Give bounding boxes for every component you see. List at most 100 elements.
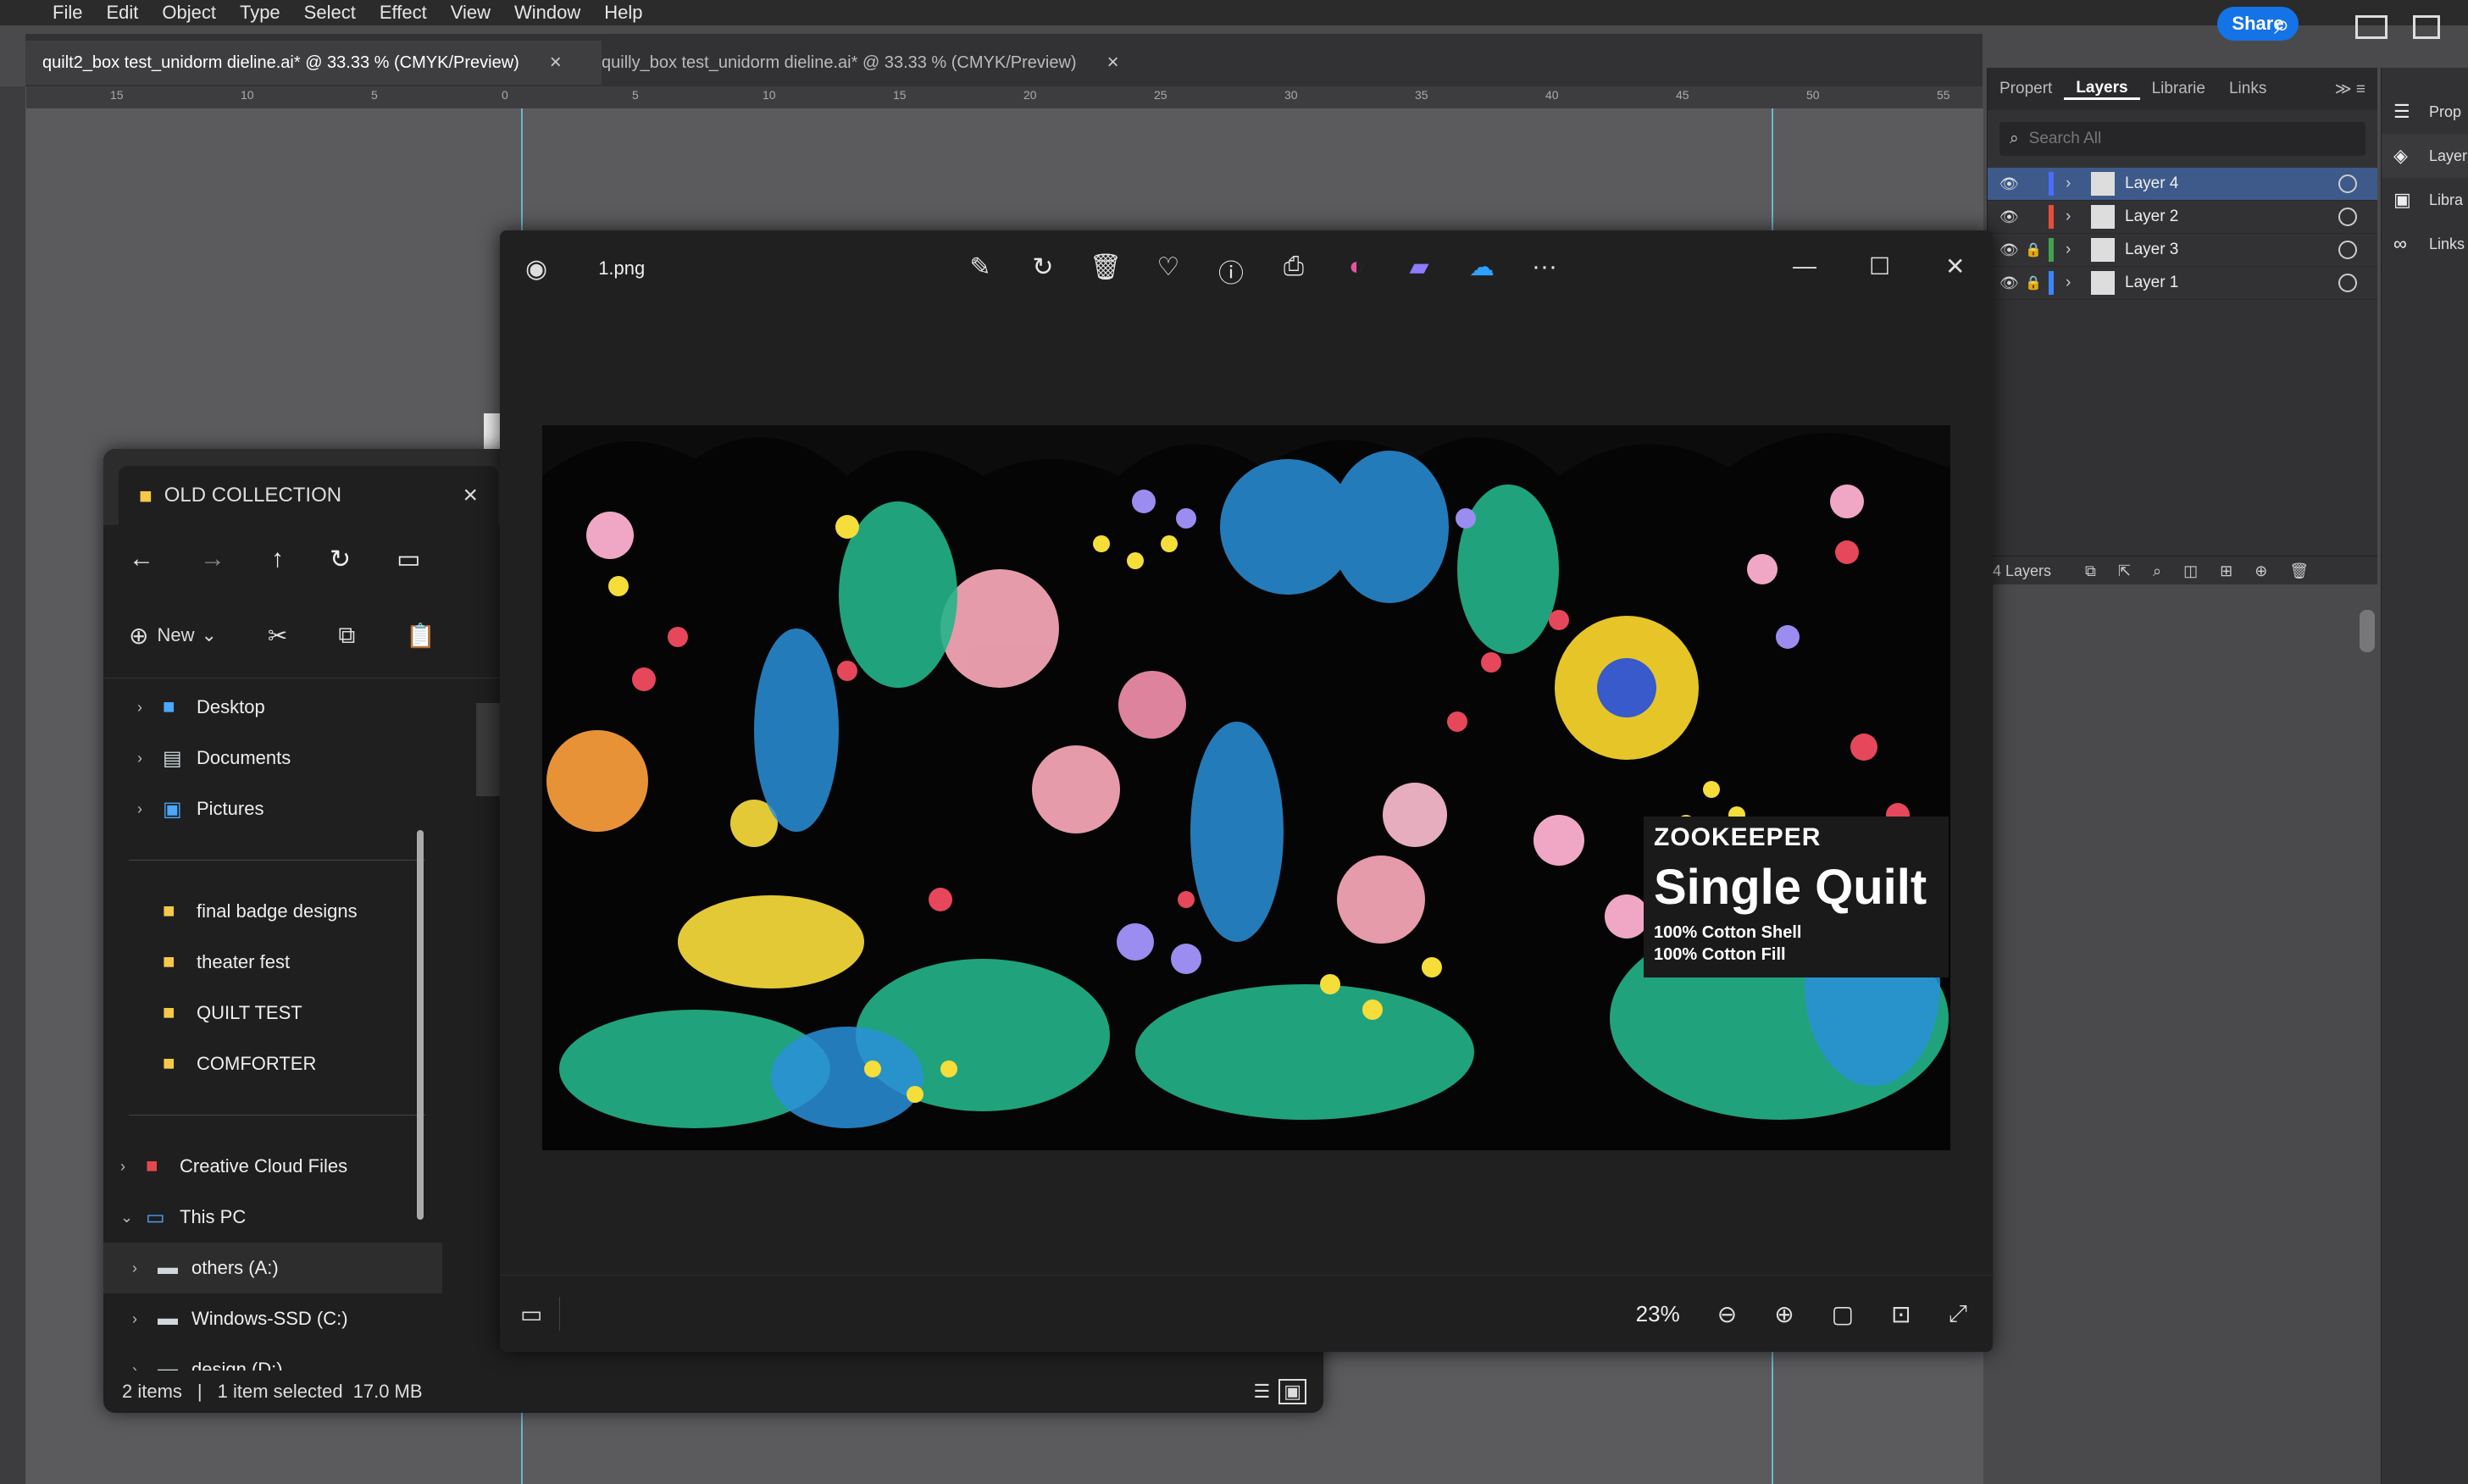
menu-edit[interactable]: Edit bbox=[106, 2, 138, 24]
rotate-icon[interactable]: ↻ bbox=[1012, 252, 1074, 290]
tree-item-pictures[interactable]: › ▣ Pictures bbox=[103, 784, 442, 834]
tree-item-documents[interactable]: › ▤ Documents bbox=[103, 733, 442, 784]
up-arrow-icon[interactable]: ↑ bbox=[271, 545, 284, 573]
layer-name[interactable]: Layer 3 bbox=[2125, 241, 2338, 259]
new-button[interactable]: ⊕ New ⌄ bbox=[129, 622, 217, 650]
edit-image-icon[interactable]: ✎ bbox=[949, 252, 1012, 290]
target-circle-icon[interactable] bbox=[2338, 241, 2357, 259]
zoom-in-icon[interactable]: ⊕ bbox=[1774, 1300, 1794, 1328]
info-icon[interactable]: ⓘ bbox=[1200, 252, 1262, 290]
chevron-right-icon[interactable]: › bbox=[2066, 274, 2086, 292]
layer-name[interactable]: Layer 1 bbox=[2125, 274, 2338, 292]
links-panel-button[interactable]: ∞ Links bbox=[2382, 222, 2468, 266]
panel-menu-icon[interactable]: ≫ ≡ bbox=[2323, 80, 2377, 99]
tab-layers[interactable]: Layers bbox=[2064, 79, 2140, 100]
tiles-view-icon[interactable]: ▣ bbox=[1278, 1379, 1306, 1404]
tree-item-others-drive[interactable]: › ▬ others (A:) bbox=[103, 1243, 442, 1293]
full-screen-icon[interactable]: ⤢ bbox=[1949, 1300, 1967, 1328]
visibility-eye-icon[interactable]: 👁 bbox=[1999, 274, 2025, 292]
tree-item-final-badge-designs[interactable]: ■ final badge designs bbox=[103, 886, 442, 937]
layer-name[interactable]: Layer 4 bbox=[2125, 174, 2338, 193]
menu-select[interactable]: Select bbox=[304, 2, 356, 24]
paste-icon[interactable]: 📋 bbox=[406, 622, 435, 650]
layer-row[interactable]: 👁 › Layer 4 bbox=[1988, 168, 2377, 201]
maximize-icon[interactable]: ☐ bbox=[1869, 252, 1890, 280]
tab-properties[interactable]: Propert bbox=[1988, 80, 2064, 98]
zoom-out-icon[interactable]: ⊖ bbox=[1717, 1300, 1737, 1328]
lock-icon[interactable]: 🔒 bbox=[2025, 274, 2049, 291]
print-icon[interactable]: ⎙ bbox=[1262, 252, 1325, 290]
layer-row[interactable]: 👁 › Layer 2 bbox=[1988, 201, 2377, 234]
tree-item-theater-fest[interactable]: ■ theater fest bbox=[103, 937, 442, 988]
chevron-right-icon[interactable]: › bbox=[132, 1260, 158, 1277]
visibility-eye-icon[interactable]: 👁 bbox=[1999, 175, 2025, 193]
clipchamp-icon[interactable]: ▰ bbox=[1388, 252, 1450, 290]
view-pane-icon[interactable]: ▭ bbox=[397, 545, 420, 574]
visibility-eye-icon[interactable]: 👁 bbox=[1999, 241, 2025, 259]
menu-help[interactable]: Help bbox=[604, 2, 642, 24]
layers-panel-button[interactable]: ◈ Layer bbox=[2382, 134, 2468, 178]
new-sublayer-icon[interactable]: ⊞ bbox=[2220, 562, 2232, 580]
details-view-icon[interactable]: ☰ bbox=[1253, 1381, 1270, 1403]
target-circle-icon[interactable] bbox=[2338, 208, 2357, 226]
more-options-icon[interactable]: ··· bbox=[1513, 252, 1576, 290]
new-layer-icon[interactable]: ⊕ bbox=[2254, 562, 2267, 580]
clipping-mask-icon[interactable]: ◫ bbox=[2183, 562, 2198, 580]
minimize-icon[interactable]: — bbox=[1793, 252, 1816, 280]
close-icon[interactable]: × bbox=[550, 51, 562, 75]
back-arrow-icon[interactable]: ← bbox=[129, 545, 154, 573]
refresh-icon[interactable]: ↻ bbox=[330, 545, 351, 574]
layer-row[interactable]: 👁 🔒 › Layer 1 bbox=[1988, 267, 2377, 300]
delete-layer-icon[interactable]: 🗑 bbox=[2289, 562, 2309, 580]
delete-icon[interactable]: 🗑 bbox=[1074, 252, 1137, 290]
actual-size-icon[interactable]: ⊡ bbox=[1891, 1300, 1911, 1328]
target-circle-icon[interactable] bbox=[2338, 274, 2357, 292]
favorite-heart-icon[interactable]: ♡ bbox=[1137, 252, 1200, 290]
locate-object-icon[interactable]: ⌕ bbox=[2153, 562, 2161, 580]
tab-quilt2-doc[interactable]: quilt2_box test_unidorm dieline.ai* @ 33… bbox=[25, 41, 602, 85]
search-icon[interactable]: ⌕ bbox=[2274, 8, 2290, 42]
layer-name[interactable]: Layer 2 bbox=[2125, 208, 2338, 226]
chevron-right-icon[interactable]: › bbox=[137, 750, 163, 767]
onedrive-icon[interactable]: ☁ bbox=[1450, 252, 1513, 290]
chevron-down-icon[interactable]: ⌄ bbox=[120, 1209, 146, 1227]
chevron-right-icon[interactable]: › bbox=[2066, 174, 2086, 193]
chevron-right-icon[interactable]: › bbox=[137, 800, 163, 818]
tab-quilly-doc[interactable]: quilly_box test_unidorm dieline.ai* @ 33… bbox=[585, 41, 1245, 85]
tree-item-windows-ssd[interactable]: › ▬ Windows-SSD (C:) bbox=[103, 1293, 442, 1344]
chevron-right-icon[interactable]: › bbox=[2066, 208, 2086, 226]
tree-item-desktop[interactable]: › ■ Desktop bbox=[103, 682, 442, 733]
designer-app-icon[interactable]: ◐ bbox=[1325, 252, 1388, 290]
menu-object[interactable]: Object bbox=[162, 2, 216, 24]
tab-libraries[interactable]: Librarie bbox=[2140, 80, 2217, 98]
cut-icon[interactable]: ✂ bbox=[268, 622, 287, 650]
chevron-right-icon[interactable]: › bbox=[137, 699, 163, 717]
tree-scrollbar[interactable] bbox=[417, 830, 424, 1220]
tree-item-creative-cloud[interactable]: › ■ Creative Cloud Files bbox=[103, 1141, 442, 1192]
visibility-eye-icon[interactable]: 👁 bbox=[1999, 208, 2025, 226]
panel-scrollbar[interactable] bbox=[2360, 610, 2375, 652]
tab-links[interactable]: Links bbox=[2217, 80, 2278, 98]
chevron-right-icon[interactable]: › bbox=[120, 1158, 146, 1176]
forward-arrow-icon[interactable]: → bbox=[200, 545, 225, 573]
menu-view[interactable]: View bbox=[451, 2, 491, 24]
menu-window[interactable]: Window bbox=[514, 2, 580, 24]
tree-item-quilt-test[interactable]: ■ QUILT TEST bbox=[103, 988, 442, 1038]
lock-icon[interactable]: 🔒 bbox=[2025, 241, 2049, 258]
chevron-right-icon[interactable]: › bbox=[132, 1310, 158, 1328]
workspace-icon[interactable] bbox=[2355, 15, 2388, 39]
panel-toggle-icon[interactable] bbox=[2413, 15, 2440, 39]
close-icon[interactable]: ✕ bbox=[1945, 252, 1965, 280]
tree-item-this-pc[interactable]: ⌄ ▭ This PC bbox=[103, 1192, 442, 1243]
collect-export-icon[interactable]: ⧉ bbox=[2085, 562, 2096, 580]
tab-old-collection[interactable]: ■ OLD COLLECTION × bbox=[119, 466, 498, 525]
layer-row[interactable]: 👁 🔒 › Layer 3 bbox=[1988, 234, 2377, 267]
target-circle-icon[interactable] bbox=[2338, 174, 2357, 193]
menu-effect[interactable]: Effect bbox=[380, 2, 427, 24]
libraries-panel-button[interactable]: ▣ Libra bbox=[2382, 178, 2468, 222]
menu-type[interactable]: Type bbox=[240, 2, 280, 24]
properties-panel-button[interactable]: ☰ Prop bbox=[2382, 90, 2468, 134]
tree-item-comforter[interactable]: ■ COMFORTER bbox=[103, 1038, 442, 1089]
menu-file[interactable]: File bbox=[53, 2, 82, 24]
layer-search-field[interactable]: ⌕ Search All ▼ bbox=[1999, 122, 2396, 156]
